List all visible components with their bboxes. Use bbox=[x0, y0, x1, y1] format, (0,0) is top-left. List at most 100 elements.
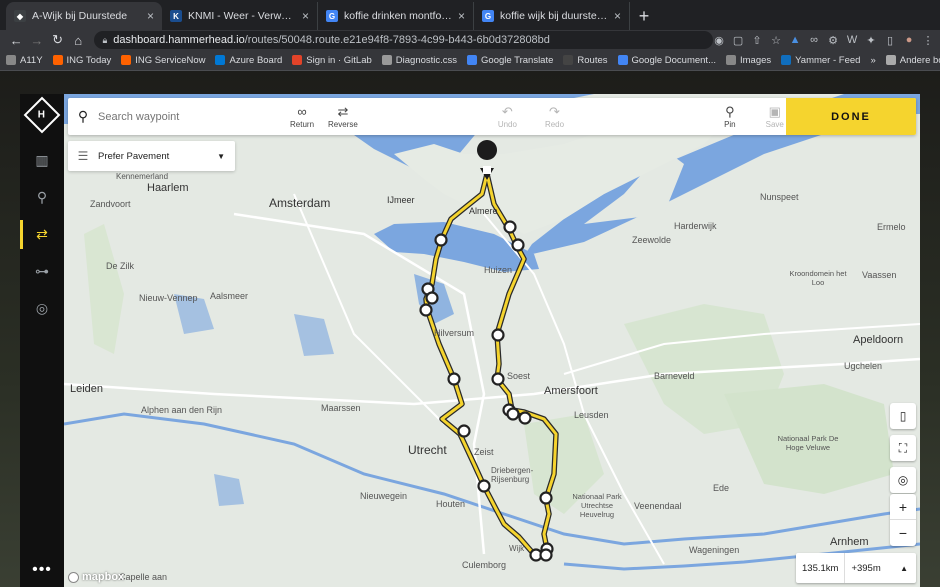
app-sidebar: H ▥ ⚲ ⇄ ⊶ ◎ ••• bbox=[20, 94, 64, 587]
zoom-in-button[interactable]: + bbox=[890, 494, 916, 520]
extension-icon[interactable]: ▲ bbox=[789, 34, 801, 46]
bookmarks-bar: A11Y ING Today ING ServiceNow Azure Boar… bbox=[0, 50, 940, 71]
route-map[interactable]: Haarlem Amsterdam IJmeer Almere Zandvoor… bbox=[64, 94, 920, 587]
activity-spiral-icon[interactable]: ◎ bbox=[20, 290, 64, 327]
waypoint-marker[interactable] bbox=[425, 291, 439, 305]
waypoint-marker[interactable] bbox=[491, 372, 505, 386]
bike-icon[interactable]: ⚲ bbox=[20, 179, 64, 216]
reverse-button[interactable]: ⇄ Reverse bbox=[328, 98, 358, 135]
waypoint-marker[interactable] bbox=[447, 372, 461, 386]
tab-close-icon[interactable]: × bbox=[147, 9, 154, 23]
other-bookmarks[interactable]: Andere bookmarks bbox=[885, 54, 940, 66]
browser-tab-active[interactable]: ◆ A-Wijk bij Duurstede × bbox=[6, 2, 162, 30]
menu-kebab-icon[interactable]: ⋮ bbox=[922, 34, 934, 47]
waypoint-marker[interactable] bbox=[506, 407, 520, 421]
bookmark-item[interactable]: A11Y bbox=[6, 55, 43, 66]
bookmark-item[interactable]: ING ServiceNow bbox=[121, 55, 205, 66]
reverse-label: Reverse bbox=[328, 119, 358, 129]
zoom-out-button[interactable]: − bbox=[890, 520, 916, 546]
waypoint-marker[interactable] bbox=[419, 303, 433, 317]
undo-button[interactable]: ↶ Undo bbox=[498, 98, 517, 135]
browser-tab[interactable]: K KNMI - Weer - Verwachtingen × bbox=[162, 2, 318, 30]
home-icon[interactable]: ⌂ bbox=[68, 33, 89, 48]
save-button[interactable]: ▣ Save bbox=[766, 98, 784, 135]
waypoint-marker[interactable] bbox=[457, 424, 471, 438]
extension-icon[interactable]: ∞ bbox=[808, 34, 820, 46]
zoom-control: + − bbox=[890, 494, 916, 546]
map-label-leiden: Leiden bbox=[70, 383, 104, 395]
bookmark-item[interactable]: Sign in · GitLab bbox=[292, 55, 372, 66]
google-favicon-icon: G bbox=[326, 10, 338, 22]
back-arrow-icon[interactable]: ← bbox=[6, 33, 27, 48]
lake-vinkeveen bbox=[294, 314, 334, 356]
more-bookmarks-icon[interactable]: » bbox=[870, 55, 875, 66]
tab-close-icon[interactable]: × bbox=[302, 9, 309, 23]
bookmark-item[interactable]: Images bbox=[726, 55, 771, 66]
locate-button[interactable]: ◎ bbox=[890, 467, 916, 493]
pin-label: Pin bbox=[724, 119, 736, 129]
mapbox-attribution[interactable]: mapbox bbox=[68, 571, 124, 583]
search-waypoint-input[interactable] bbox=[98, 110, 248, 123]
done-button[interactable]: DONE bbox=[786, 98, 916, 135]
fit-route-button[interactable]: ⛶ bbox=[890, 435, 916, 461]
more-dots-icon[interactable]: ••• bbox=[32, 561, 52, 579]
bookmark-item[interactable]: Diagnostic.css bbox=[381, 55, 457, 66]
share-icon[interactable]: ⇧ bbox=[751, 34, 763, 47]
map-label-wijk: Wijk bbox=[509, 544, 525, 553]
route-stats[interactable]: 135.1km +395m ▲ bbox=[796, 553, 916, 583]
stats-icon[interactable]: ▥ bbox=[20, 142, 64, 179]
extension-icon[interactable]: ⚙ bbox=[827, 34, 839, 47]
map-label-dezilk: De Zilk bbox=[106, 261, 135, 271]
extension-icon[interactable]: ▢ bbox=[732, 34, 744, 47]
new-tab-button[interactable]: + bbox=[630, 2, 658, 30]
waypoint-marker[interactable] bbox=[539, 548, 553, 562]
browser-tab[interactable]: G koffie wijk bij duurstede - Goo × bbox=[474, 2, 630, 30]
crosshair-icon: ◎ bbox=[897, 473, 909, 487]
waypoint-marker[interactable] bbox=[518, 411, 532, 425]
browser-tab[interactable]: G koffie drinken montfoort - Goo × bbox=[318, 2, 474, 30]
waypoint-marker[interactable] bbox=[434, 233, 448, 247]
bookmark-item[interactable]: Yammer - Feed bbox=[781, 55, 860, 66]
hammerhead-logo-icon[interactable]: H bbox=[23, 96, 61, 134]
waypoint-marker[interactable] bbox=[511, 238, 525, 252]
map-label-aalsmeer: Aalsmeer bbox=[210, 291, 249, 301]
map-label-utrecht: Utrecht bbox=[408, 443, 447, 457]
puzzle-icon[interactable]: ✦ bbox=[865, 34, 877, 47]
redo-button[interactable]: ↷ Redo bbox=[545, 98, 564, 135]
workouts-icon[interactable]: ⊶ bbox=[20, 253, 64, 290]
routes-icon[interactable]: ⇄ bbox=[20, 216, 64, 253]
bookmark-item[interactable]: Google Document... bbox=[617, 55, 716, 66]
pin-button[interactable]: ⚲ Pin bbox=[724, 98, 736, 135]
lock-icon[interactable]: 🔒︎ bbox=[102, 35, 107, 46]
bookmark-star-icon[interactable]: ☆ bbox=[770, 34, 782, 47]
waypoint-marker[interactable] bbox=[477, 479, 491, 493]
other-bookmarks-label: Andere bookmarks bbox=[899, 54, 940, 66]
sidebar-toggle-icon[interactable]: ▯ bbox=[884, 34, 896, 47]
dunes bbox=[84, 224, 124, 354]
tab-close-icon[interactable]: × bbox=[614, 9, 621, 23]
bookmark-label: ING Today bbox=[66, 54, 112, 66]
azure-icon bbox=[215, 55, 226, 65]
browser-toolbar: ← → ↻ ⌂ 🔒︎ dashboard.hammerhead.io/route… bbox=[0, 30, 940, 50]
waypoint-marker[interactable] bbox=[539, 491, 553, 505]
map-layers-button[interactable]: ▯ bbox=[890, 403, 916, 429]
route-preference-select[interactable]: ☰ Prefer Pavement ▼ bbox=[68, 141, 235, 171]
bookmark-item[interactable]: Routes bbox=[563, 55, 608, 66]
extension-icon[interactable]: W bbox=[846, 34, 858, 46]
avatar[interactable]: ● bbox=[903, 34, 915, 46]
reload-icon[interactable]: ↻ bbox=[47, 32, 68, 48]
map-icon: ▯ bbox=[899, 409, 907, 423]
extension-icon[interactable]: ◉ bbox=[713, 34, 725, 47]
return-button[interactable]: ∞ Return bbox=[290, 98, 314, 135]
pin-icon: ⚲ bbox=[725, 103, 735, 119]
bookmark-item[interactable]: Azure Board bbox=[215, 55, 282, 66]
waypoint-marker[interactable] bbox=[503, 220, 517, 234]
tab-close-icon[interactable]: × bbox=[458, 9, 465, 23]
infinity-icon: ∞ bbox=[297, 103, 307, 119]
mapbox-logo-icon bbox=[68, 571, 79, 583]
waypoint-marker[interactable] bbox=[491, 328, 505, 342]
bookmark-item[interactable]: ING Today bbox=[52, 54, 112, 66]
address-bar[interactable]: 🔒︎ dashboard.hammerhead.io/routes/50048.… bbox=[94, 31, 714, 49]
bookmark-item[interactable]: Google Translate bbox=[467, 55, 553, 66]
forward-arrow-icon[interactable]: → bbox=[27, 33, 48, 48]
